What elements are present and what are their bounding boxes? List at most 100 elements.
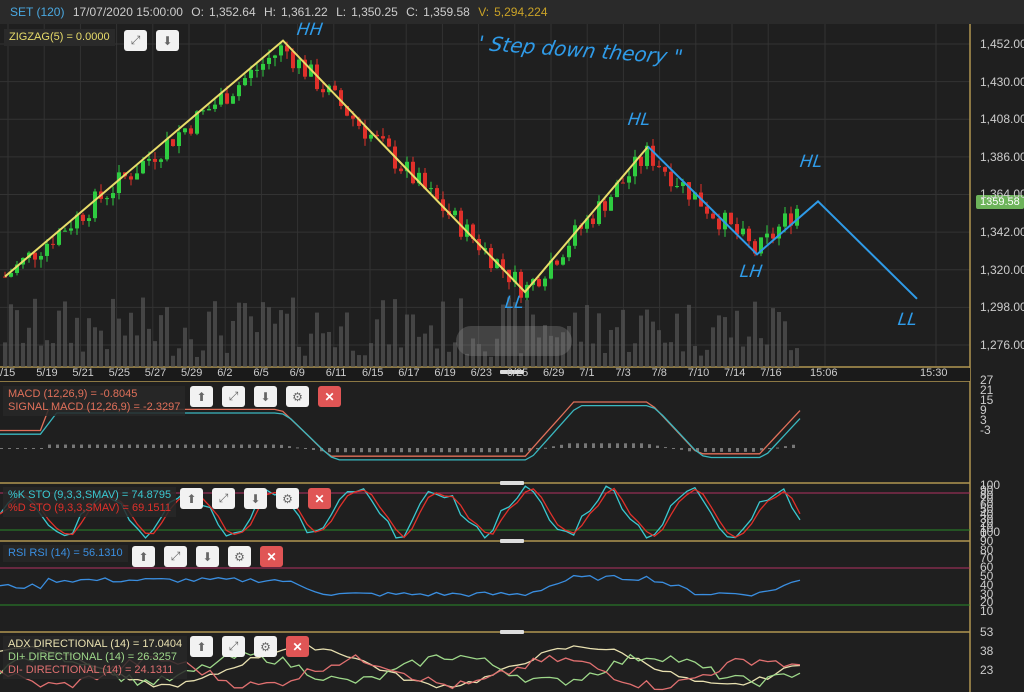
macd-histogram-bar — [744, 448, 747, 452]
expand-button[interactable]: ⤢ — [222, 386, 245, 407]
candle-body — [171, 139, 175, 147]
volume-bar — [687, 304, 691, 367]
signal-value: SIGNAL MACD (12,26,9) = -2.3297 — [8, 401, 181, 413]
volume-bar — [165, 307, 169, 367]
expand-button[interactable]: ⤢ — [124, 30, 147, 51]
x-axis-label: 5/19 — [36, 367, 58, 379]
volume-bar — [729, 337, 733, 367]
candle-body — [279, 45, 283, 56]
settings-button[interactable]: ⚙ — [276, 488, 299, 509]
volume-bar — [411, 314, 415, 367]
x-axis-label: 6/23 — [470, 367, 493, 379]
macd-histogram-bar — [128, 444, 131, 448]
candle-body — [45, 243, 49, 256]
volume-bar — [159, 315, 163, 367]
volume-bar — [321, 333, 325, 367]
close-value: 1,359.58 — [423, 5, 470, 19]
volume-bar — [129, 312, 133, 367]
candle-body — [231, 96, 235, 104]
macd-histogram-bar — [464, 448, 467, 453]
macd-histogram-bar — [0, 448, 3, 449]
candle-body — [543, 278, 547, 287]
macd-histogram-bar — [24, 448, 27, 449]
close-button[interactable]: ✕ — [318, 386, 341, 407]
candle-body — [591, 218, 595, 225]
candle-body — [147, 158, 151, 161]
expand-button[interactable]: ⤢ — [164, 546, 187, 567]
open-label: O: — [191, 5, 204, 19]
x-axis-label: 6/11 — [325, 367, 347, 379]
move-down-button[interactable]: ⬇ — [244, 488, 267, 509]
volume-bar — [741, 346, 745, 367]
candle-body — [453, 210, 457, 216]
close-button[interactable]: ✕ — [260, 546, 283, 567]
macd-histogram-bar — [336, 448, 339, 453]
candle-body — [225, 93, 229, 104]
macd-histogram-bar — [120, 444, 123, 448]
macd-histogram-bar — [136, 444, 139, 448]
macd-histogram-bar — [712, 448, 715, 452]
quote-header: SET (120) 17/07/2020 15:00:00 O: 1,352.64… — [0, 0, 1024, 24]
volume-bar — [345, 312, 349, 367]
annotation-lh: LH — [738, 262, 764, 282]
expand-button[interactable]: ⤢ — [222, 636, 245, 657]
volume-bar — [231, 320, 235, 367]
candle-body — [159, 159, 163, 162]
close-button[interactable]: ✕ — [308, 488, 331, 509]
settings-button[interactable]: ⚙ — [228, 546, 251, 567]
macd-legend: MACD (12,26,9) = -0.8045 SIGNAL MACD (12,… — [3, 386, 186, 416]
move-up-button[interactable]: ⬆ — [180, 488, 203, 509]
candle-body — [765, 233, 769, 238]
macd-histogram-bar — [624, 443, 627, 448]
low-label: L: — [336, 5, 347, 19]
macd-histogram-bar — [112, 444, 115, 448]
volume-bar — [291, 297, 295, 367]
x-axis-label: 6/29 — [543, 367, 565, 379]
volume-bar — [381, 300, 385, 367]
macd-histogram-bar — [704, 448, 707, 452]
move-down-button[interactable]: ⬇ — [156, 30, 179, 51]
volume-bar — [57, 310, 61, 367]
price-chart[interactable] — [0, 24, 1024, 692]
x-axis-label: 6/5 — [253, 367, 269, 379]
candle-body — [249, 69, 253, 79]
move-down-button[interactable]: ⬇ — [196, 546, 219, 567]
panel-resize-handle — [500, 481, 524, 485]
volume-bar — [711, 327, 715, 367]
candle-body — [243, 78, 247, 86]
macd-histogram-bar — [344, 448, 347, 453]
macd-histogram-bar — [544, 447, 547, 449]
macd-histogram-bar — [16, 448, 19, 449]
volume-bar — [591, 343, 595, 367]
macd-histogram-bar — [40, 448, 43, 449]
macd-histogram-bar — [280, 444, 283, 448]
move-up-button[interactable]: ⬆ — [190, 636, 213, 657]
settings-button[interactable]: ⚙ — [254, 636, 277, 657]
macd-histogram-bar — [240, 444, 243, 448]
macd-histogram-bar — [432, 448, 435, 453]
volume-bar — [9, 304, 13, 367]
move-up-button[interactable]: ⬆ — [132, 546, 155, 567]
move-up-button[interactable]: ⬆ — [190, 386, 213, 407]
volume-bar — [153, 341, 157, 367]
macd-histogram-bar — [352, 448, 355, 453]
annotation-ll-2: LL — [896, 310, 919, 330]
macd-histogram-bar — [512, 448, 515, 453]
candle-body — [657, 165, 661, 168]
close-button[interactable]: ✕ — [286, 636, 309, 657]
volume-bar — [633, 343, 637, 367]
expand-button[interactable]: ⤢ — [212, 488, 235, 509]
volume-bar — [465, 353, 469, 367]
adx-value: ADX DIRECTIONAL (14) = 17.0404 — [8, 638, 183, 650]
volume-bar — [21, 342, 25, 367]
volume-bar — [333, 347, 337, 367]
macd-histogram-bar — [552, 446, 555, 448]
macd-histogram-bar — [264, 444, 267, 448]
macd-histogram-bar — [448, 448, 451, 453]
candle-body — [129, 176, 133, 180]
macd-histogram-bar — [664, 447, 667, 449]
x-axis-label: 5/29 — [181, 367, 203, 379]
settings-button[interactable]: ⚙ — [286, 386, 309, 407]
volume-bar — [621, 309, 625, 367]
move-down-button[interactable]: ⬇ — [254, 386, 277, 407]
